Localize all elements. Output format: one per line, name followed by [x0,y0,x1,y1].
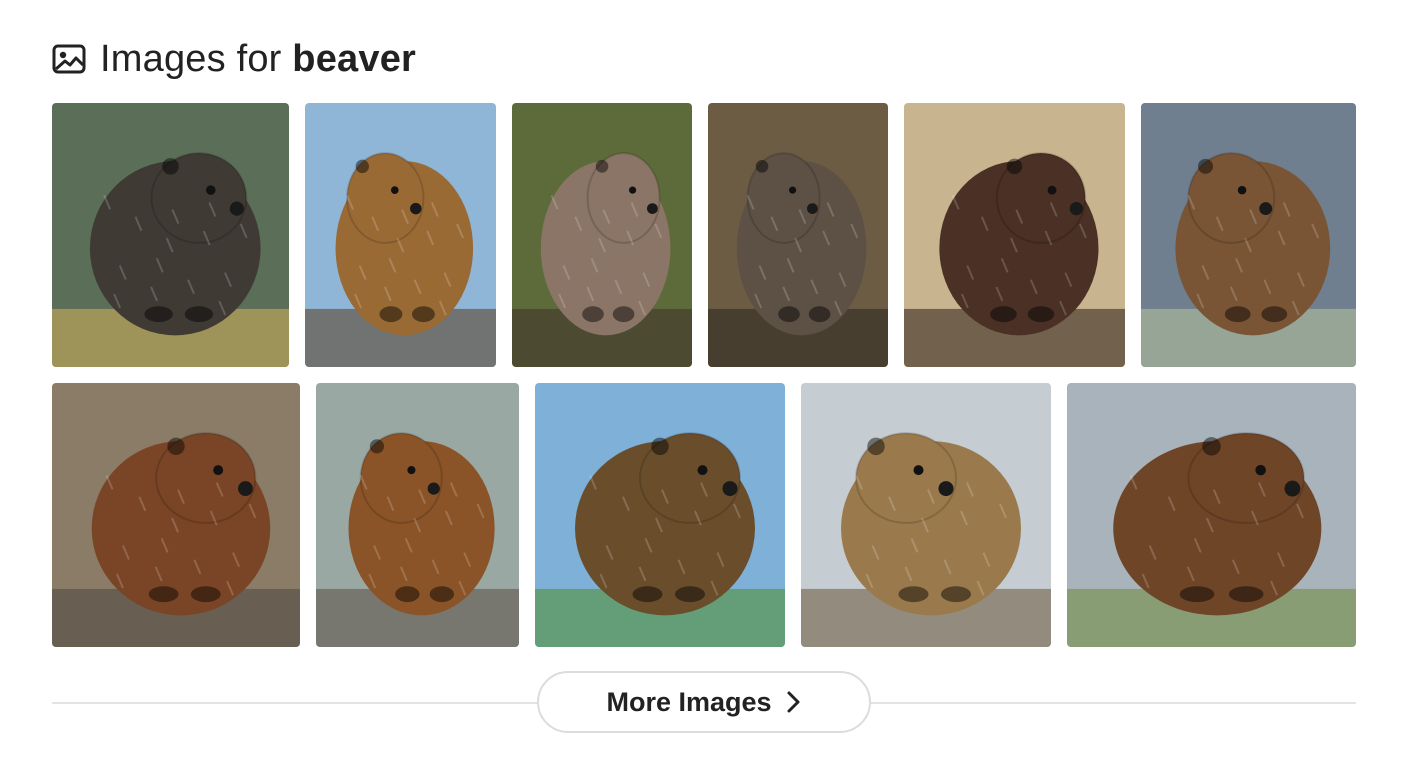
image-thumbnail[interactable] [708,103,888,367]
beaver-photo [708,103,888,367]
beaver-photo [305,103,496,367]
beaver-photo [1141,103,1356,367]
image-thumbnail[interactable] [801,383,1051,647]
images-title: Images for beaver [100,36,416,82]
chevron-right-icon [786,690,802,714]
title-prefix: Images for [100,38,293,80]
image-thumbnail[interactable] [1067,383,1356,647]
image-thumbnail[interactable] [1141,103,1356,367]
search-query: beaver [292,38,417,80]
more-images-button[interactable]: More Images [537,671,871,733]
image-thumbnail[interactable] [535,383,785,647]
images-header: Images for beaver [52,36,416,82]
beaver-photo [52,383,300,647]
beaver-photo [1067,383,1356,647]
beaver-photo [512,103,692,367]
image-icon [52,42,86,76]
beaver-photo [52,103,289,367]
image-thumbnail[interactable] [904,103,1125,367]
beaver-photo [316,383,519,647]
image-thumbnail[interactable] [316,383,519,647]
more-images-label: More Images [606,686,772,717]
beaver-photo [904,103,1125,367]
image-thumbnail[interactable] [512,103,692,367]
image-thumbnail[interactable] [52,103,289,367]
beaver-photo [801,383,1051,647]
beaver-photo [535,383,785,647]
image-thumbnail[interactable] [305,103,496,367]
image-thumbnail[interactable] [52,383,300,647]
